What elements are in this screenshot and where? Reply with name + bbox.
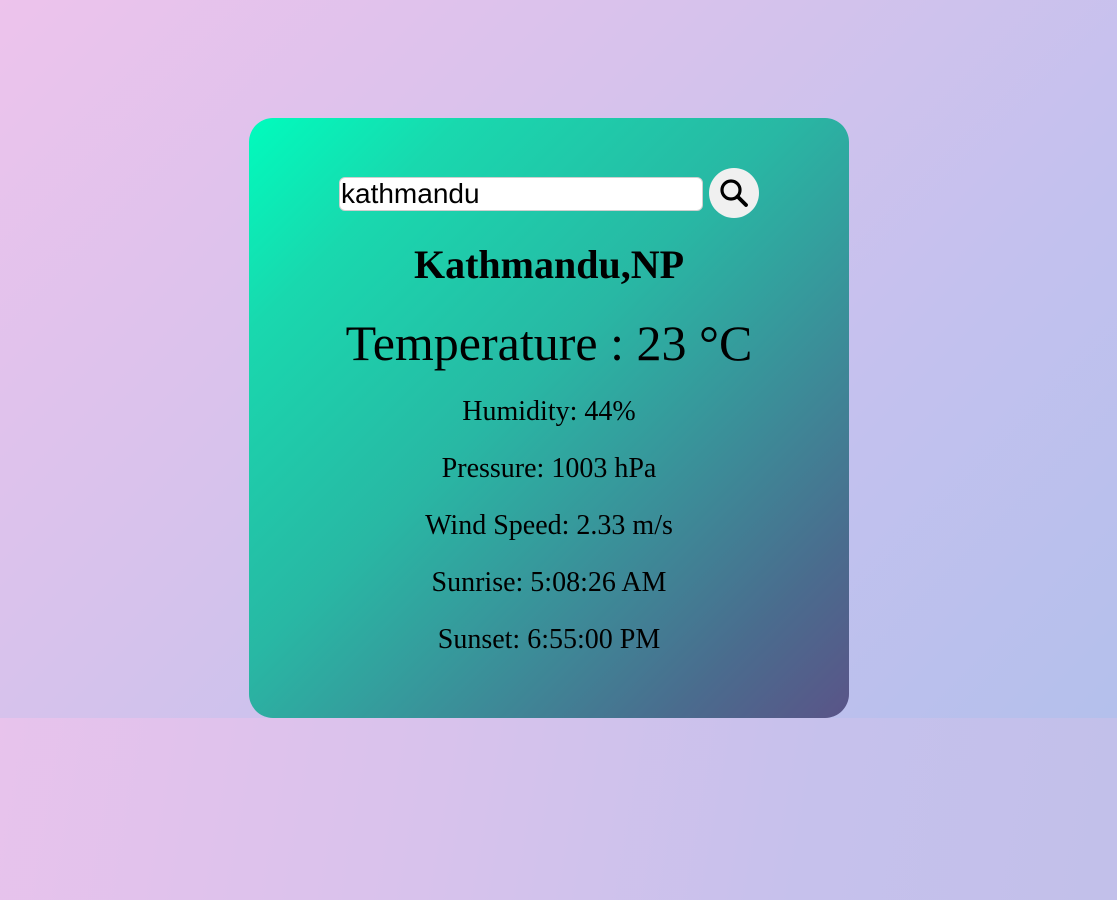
wind-speed-text: Wind Speed: 2.33 m/s: [425, 510, 673, 541]
weather-card: Kathmandu,NP Temperature : 23 °C Humidit…: [249, 118, 849, 718]
search-icon: [720, 179, 748, 207]
search-bar: [339, 168, 759, 218]
humidity-text: Humidity: 44%: [462, 396, 636, 427]
location-title: Kathmandu,NP: [413, 242, 685, 287]
temperature-text: Temperature : 23 °C: [345, 315, 753, 371]
search-button[interactable]: [709, 168, 759, 218]
pressure-text: Pressure: 1003 hPa: [441, 453, 657, 484]
search-input[interactable]: [339, 177, 703, 211]
sunset-text: Sunset: 6:55:00 PM: [437, 624, 661, 655]
sunrise-text: Sunrise: 5:08:26 AM: [431, 567, 667, 598]
